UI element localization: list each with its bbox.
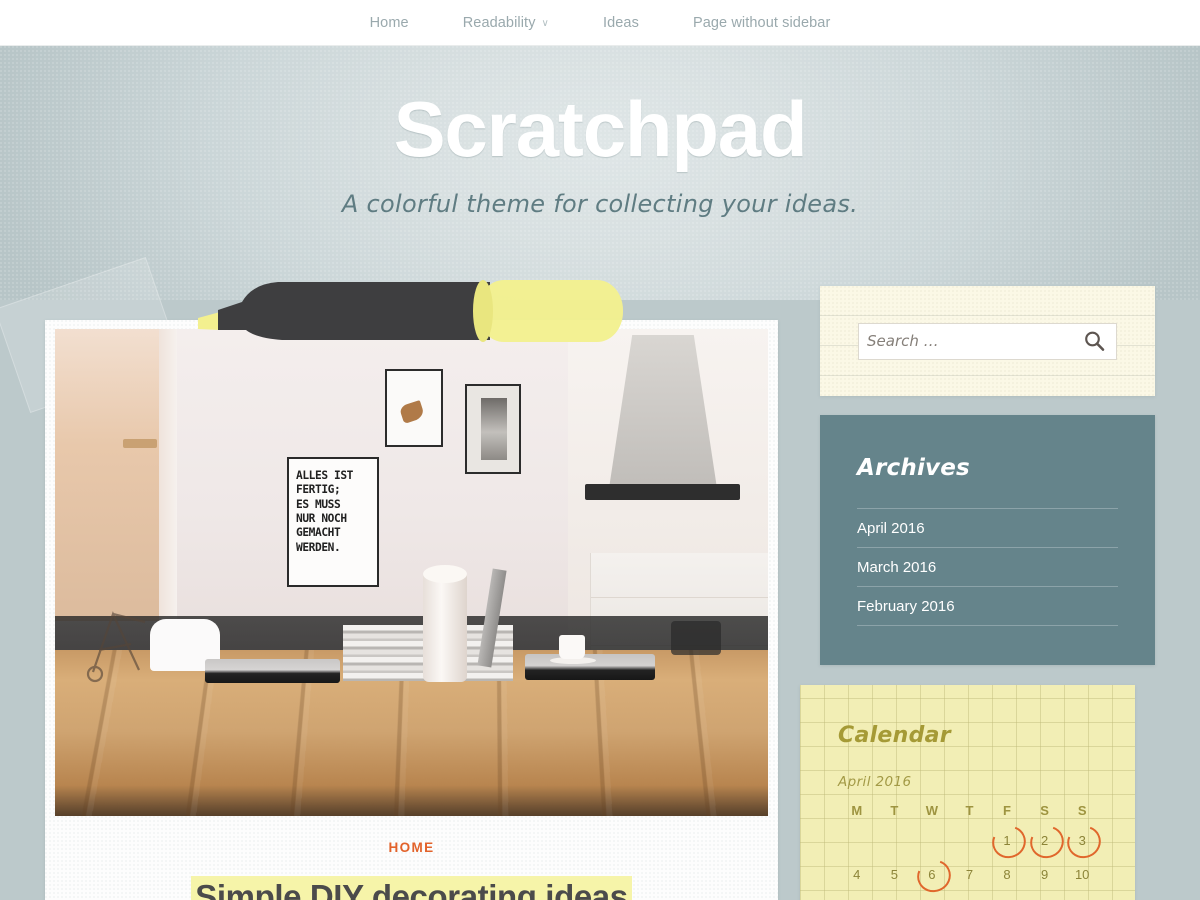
calendar-day: 4 (853, 866, 861, 882)
photo-door-handle (123, 439, 157, 448)
nav-item-label: Home (369, 14, 409, 31)
archives-item-march-2016[interactable]: March 2016 (857, 547, 1118, 586)
calendar-day: 10 (1074, 866, 1090, 882)
search-submit-button[interactable] (1080, 327, 1108, 355)
main-content-card: ALLES IST FERTIG; ES MUSS NUR NOCH GEMAC… (45, 320, 778, 900)
post-featured-image[interactable]: ALLES IST FERTIG; ES MUSS NUR NOCH GEMAC… (55, 329, 768, 816)
widget-archives: Archives April 2016 March 2016 February … (820, 415, 1155, 665)
calendar-day: 8 (1003, 866, 1011, 882)
photo-wall-frame-tall (465, 384, 521, 474)
photo-laptop-left (205, 659, 340, 683)
calendar-day: 5 (890, 866, 898, 882)
calendar-cell (951, 823, 989, 857)
archives-item-april-2016[interactable]: April 2016 (857, 508, 1118, 547)
calendar-cell: 10 (1063, 857, 1101, 891)
archives-list: April 2016 March 2016 February 2016 (857, 508, 1118, 626)
search-input[interactable] (867, 332, 1080, 350)
photo-poster: ALLES IST FERTIG; ES MUSS NUR NOCH GEMAC… (287, 457, 379, 587)
calendar-weekday: S (1077, 803, 1087, 818)
archives-item-february-2016[interactable]: February 2016 (857, 586, 1118, 626)
calendar-cell: 5 (876, 857, 914, 891)
photo-range-hood-base (585, 484, 740, 500)
calendar-cell (876, 823, 914, 857)
site-tagline: A colorful theme for collecting your ide… (341, 190, 859, 218)
calendar-day-link[interactable]: 1 (1003, 833, 1010, 848)
photo-door-frame (159, 329, 177, 631)
nav-item-ideas[interactable]: Ideas (576, 0, 666, 46)
calendar-week-row: 1 2 3 (838, 823, 1101, 857)
site-title[interactable]: Scratchpad (0, 84, 1200, 175)
nav-item-page-without-sidebar[interactable]: Page without sidebar (666, 0, 857, 46)
photo-wall-frame-small (385, 369, 443, 447)
calendar-day-link[interactable]: 6 (928, 867, 935, 882)
widget-search (820, 286, 1155, 396)
calendar-day-link[interactable]: 3 (1079, 833, 1086, 848)
post-title-container: Simple DIY decorating ideas (45, 876, 778, 900)
widget-calendar: Calendar April 2016 M T W T F S S 1 2 3 … (800, 685, 1135, 900)
calendar-cell: 7 (951, 857, 989, 891)
post-title-link[interactable]: Simple DIY decorating ideas (191, 876, 632, 900)
calendar-weekday: F (1003, 803, 1011, 818)
nav-item-home[interactable]: Home (343, 0, 436, 46)
calendar-weekday: W (925, 803, 939, 818)
calendar-month-caption: April 2016 (838, 774, 912, 790)
top-navigation-bar: Home Readability ∨ Ideas Page without si… (0, 0, 1200, 46)
calendar-weekday-header: M T W T F S S (838, 798, 1101, 823)
site-header-banner: Scratchpad A colorful theme for collecti… (0, 46, 1200, 300)
photo-candle (423, 572, 467, 682)
calendar-day-link[interactable]: 2 (1041, 833, 1048, 848)
calendar-cell: 9 (1026, 857, 1064, 891)
calendar-weekday: T (965, 803, 974, 818)
calendar-body: 1 2 3 4 5 6 7 8 9 10 (838, 823, 1101, 891)
nav-item-label: Readability (462, 14, 536, 31)
calendar-weekday-row: M T W T F S S (838, 798, 1101, 823)
calendar-weekday: M (851, 803, 863, 818)
nav-item-label: Ideas (602, 14, 639, 31)
calendar-title: Calendar (838, 723, 951, 748)
calendar-cell: 4 (838, 857, 876, 891)
photo-poster-text: ALLES IST FERTIG; ES MUSS NUR NOCH GEMAC… (296, 469, 354, 554)
page-body: ALLES IST FERTIG; ES MUSS NUR NOCH GEMAC… (0, 256, 1200, 900)
photo-appliance (671, 621, 721, 655)
calendar-weekday: T (890, 803, 899, 818)
photo-coffee-cup (559, 635, 585, 659)
nav-item-readability[interactable]: Readability ∨ (436, 0, 576, 46)
calendar-cell[interactable]: 6 (913, 857, 951, 891)
calendar-cell: 8 (988, 857, 1026, 891)
calendar-cell (838, 823, 876, 857)
calendar-cell[interactable]: 2 (1026, 823, 1064, 857)
calendar-cell[interactable]: 1 (988, 823, 1026, 857)
calendar-weekday: S (1040, 803, 1049, 818)
calendar-table: April 2016 M T W T F S S 1 2 3 4 5 6 7 8… (838, 774, 1101, 891)
archives-title: Archives (857, 455, 970, 481)
calendar-day: 9 (1040, 866, 1049, 882)
search-icon (1085, 331, 1105, 351)
photo-cabinet-line (591, 597, 768, 599)
post-category-link[interactable]: HOME (45, 840, 778, 855)
nav-menu: Home Readability ∨ Ideas Page without si… (343, 0, 858, 46)
photo-scene: ALLES IST FERTIG; ES MUSS NUR NOCH GEMAC… (55, 329, 768, 816)
calendar-cell (913, 823, 951, 857)
calendar-day: 7 (965, 866, 974, 882)
search-box[interactable] (858, 322, 1117, 360)
photo-door (55, 329, 165, 622)
photo-candle-top (423, 565, 467, 583)
chevron-down-icon: ∨ (541, 17, 549, 29)
calendar-week-row: 4 5 6 7 8 9 10 (838, 857, 1101, 891)
nav-item-label: Page without sidebar (692, 14, 831, 31)
calendar-cell[interactable]: 3 (1063, 823, 1101, 857)
